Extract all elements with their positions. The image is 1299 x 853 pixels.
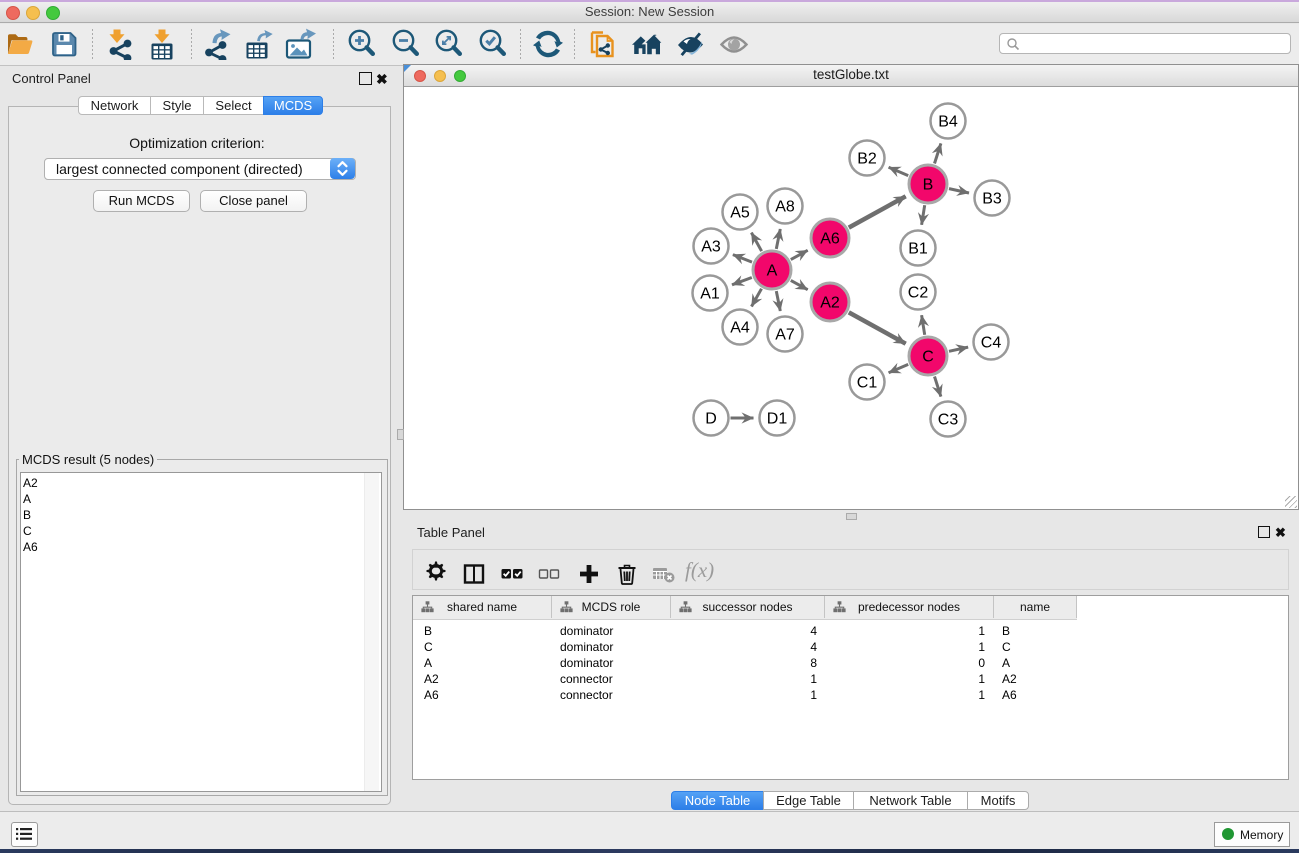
svg-text:C: C	[922, 349, 934, 366]
svg-text:A2: A2	[820, 295, 840, 312]
svg-text:D: D	[705, 411, 717, 428]
svg-text:A7: A7	[775, 327, 795, 344]
svg-text:C4: C4	[981, 335, 1002, 352]
svg-text:A1: A1	[700, 286, 720, 303]
svg-text:C3: C3	[938, 412, 959, 429]
svg-text:A6: A6	[820, 231, 840, 248]
svg-text:B1: B1	[908, 241, 928, 258]
svg-text:A4: A4	[730, 320, 750, 337]
svg-text:A8: A8	[775, 199, 795, 216]
svg-text:B4: B4	[938, 114, 958, 131]
svg-text:B2: B2	[857, 151, 877, 168]
svg-text:A5: A5	[730, 205, 750, 222]
svg-text:C1: C1	[857, 375, 878, 392]
svg-text:D1: D1	[767, 411, 788, 428]
svg-text:A3: A3	[701, 239, 721, 256]
svg-text:C2: C2	[908, 285, 929, 302]
svg-text:B3: B3	[982, 191, 1002, 208]
svg-text:B: B	[923, 177, 934, 194]
svg-text:A: A	[767, 263, 778, 280]
